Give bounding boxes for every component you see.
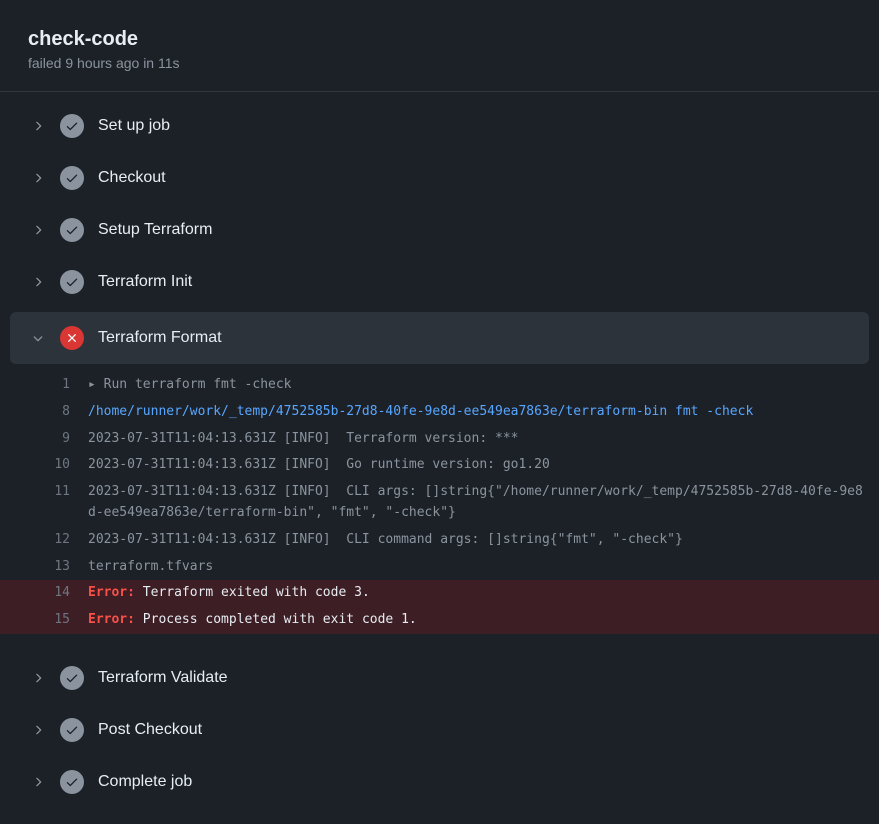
job-header: check-code failed 9 hours ago in 11s: [0, 0, 879, 92]
chevron-right-icon: [30, 722, 46, 738]
step-name-label: Set up job: [98, 117, 170, 135]
log-line[interactable]: 112023-07-31T11:04:13.631Z [INFO] CLI ar…: [0, 479, 879, 527]
step-name-label: Checkout: [98, 169, 166, 187]
step-row-terraform-init[interactable]: Terraform Init: [0, 256, 879, 308]
log-line[interactable]: 102023-07-31T11:04:13.631Z [INFO] Go run…: [0, 452, 879, 479]
chevron-right-icon: [30, 670, 46, 686]
check-circle-icon: [60, 270, 84, 294]
line-number: 9: [0, 429, 88, 450]
step-row-setup-terraform[interactable]: Setup Terraform: [0, 204, 879, 256]
step-name-label: Terraform Validate: [98, 669, 228, 687]
step-name-label: Post Checkout: [98, 721, 202, 739]
check-circle-icon: [60, 218, 84, 242]
job-title: check-code: [28, 28, 851, 51]
line-content: terraform.tfvars: [88, 557, 879, 578]
error-text: Process completed with exit code 1.: [135, 612, 417, 627]
line-number: 8: [0, 402, 88, 423]
step-row-complete-job[interactable]: Complete job: [0, 756, 879, 808]
log-output: 1▸ Run terraform fmt -check8/home/runner…: [0, 364, 879, 642]
line-number: 14: [0, 583, 88, 604]
line-number: 13: [0, 557, 88, 578]
chevron-right-icon: [30, 222, 46, 238]
line-number: 12: [0, 530, 88, 551]
line-content: 2023-07-31T11:04:13.631Z [INFO] CLI args…: [88, 482, 879, 524]
line-content: ▸ Run terraform fmt -check: [88, 375, 879, 396]
chevron-down-icon: [30, 330, 46, 346]
line-content: Error: Process completed with exit code …: [88, 610, 879, 631]
line-content: Error: Terraform exited with code 3.: [88, 583, 879, 604]
check-circle-icon: [60, 718, 84, 742]
line-content: /home/runner/work/_temp/4752585b-27d8-40…: [88, 402, 879, 423]
x-circle-icon: [60, 326, 84, 350]
step-row-set-up-job[interactable]: Set up job: [0, 100, 879, 152]
chevron-right-icon: [30, 118, 46, 134]
job-status: failed 9 hours ago in 11s: [28, 55, 851, 71]
check-circle-icon: [60, 166, 84, 190]
step-row-terraform-format[interactable]: Terraform Format: [10, 312, 869, 364]
line-content: 2023-07-31T11:04:13.631Z [INFO] Terrafor…: [88, 429, 879, 450]
step-name-label: Complete job: [98, 773, 192, 791]
line-content: 2023-07-31T11:04:13.631Z [INFO] Go runti…: [88, 455, 879, 476]
line-number: 1: [0, 375, 88, 396]
line-content: 2023-07-31T11:04:13.631Z [INFO] CLI comm…: [88, 530, 879, 551]
step-name-label: Terraform Init: [98, 273, 192, 291]
check-circle-icon: [60, 666, 84, 690]
chevron-right-icon: [30, 774, 46, 790]
step-row-terraform-validate[interactable]: Terraform Validate: [0, 652, 879, 704]
line-number: 11: [0, 482, 88, 524]
log-line[interactable]: 14Error: Terraform exited with code 3.: [0, 580, 879, 607]
error-label: Error:: [88, 585, 135, 600]
run-command: Run terraform fmt -check: [104, 377, 292, 392]
error-label: Error:: [88, 612, 135, 627]
triangle-right-icon: ▸: [88, 377, 104, 392]
log-line[interactable]: 8/home/runner/work/_temp/4752585b-27d8-4…: [0, 399, 879, 426]
log-line[interactable]: 1▸ Run terraform fmt -check: [0, 372, 879, 399]
log-link[interactable]: /home/runner/work/_temp/4752585b-27d8-40…: [88, 404, 753, 419]
log-line[interactable]: 92023-07-31T11:04:13.631Z [INFO] Terrafo…: [0, 426, 879, 453]
step-name-label: Setup Terraform: [98, 221, 212, 239]
log-line[interactable]: 15Error: Process completed with exit cod…: [0, 607, 879, 634]
step-row-post-checkout[interactable]: Post Checkout: [0, 704, 879, 756]
line-number: 15: [0, 610, 88, 631]
check-circle-icon: [60, 770, 84, 794]
chevron-right-icon: [30, 170, 46, 186]
line-number: 10: [0, 455, 88, 476]
log-line[interactable]: 122023-07-31T11:04:13.631Z [INFO] CLI co…: [0, 527, 879, 554]
step-name-label: Terraform Format: [98, 329, 222, 347]
error-text: Terraform exited with code 3.: [135, 585, 370, 600]
check-circle-icon: [60, 114, 84, 138]
step-row-checkout[interactable]: Checkout: [0, 152, 879, 204]
steps-list: Set up job Checkout Setup Terraform Terrafo…: [0, 92, 879, 808]
log-line[interactable]: 13terraform.tfvars: [0, 554, 879, 581]
chevron-right-icon: [30, 274, 46, 290]
